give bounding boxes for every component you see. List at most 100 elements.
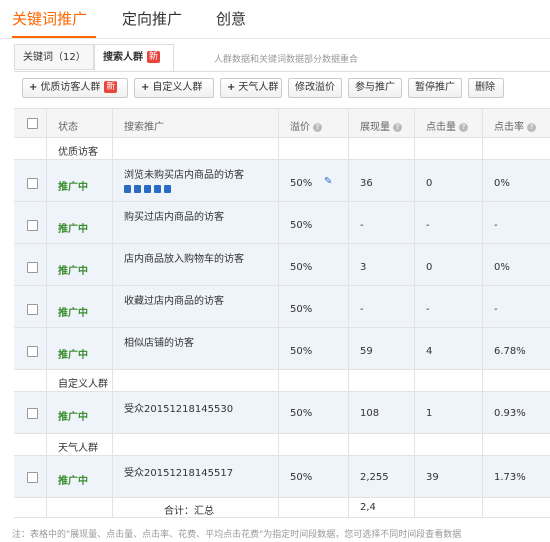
row-status: 推广中 [58,308,88,319]
row-checkbox[interactable] [27,408,38,419]
row-ctr: 6.78% [494,346,526,357]
help-icon[interactable]: ? [393,122,402,132]
trash-icon[interactable] [144,185,151,193]
row-name: 店内商品放入购物车的访客 [124,254,244,265]
row-impressions: 3 [360,262,367,273]
add-quality-visitor-label: 优质访客人群 [40,82,101,93]
row-status: 推广中 [58,476,88,487]
table-row[interactable]: 推广中 浏览未购买店内商品的访客 50% ✎ 36 0 0% [14,160,550,202]
row-ctr: 1.73% [494,472,526,483]
group-label: 优质访客 [58,147,98,158]
tab-creative[interactable]: 创意 [216,8,246,29]
header-impressions: 展现量? [360,118,402,133]
edit-premium-icon[interactable]: ✎ [324,176,332,187]
row-checkbox[interactable] [27,178,38,189]
help-icon[interactable]: ? [459,122,468,132]
plus-icon: + [141,82,150,93]
row-impressions: 36 [360,178,373,189]
group-row-custom: 自定义人群 [14,370,550,392]
row-name: 相似店铺的访客 [124,338,194,349]
add-custom-crowd-button[interactable]: + 自定义人群 [134,78,214,98]
report-icon[interactable] [164,185,171,193]
tab-keyword-promo[interactable]: 关键词推广 [12,8,87,29]
row-impressions: - [360,220,364,231]
header-ctr: 点击率? [494,118,536,133]
table-row[interactable]: 推广中 购买过店内商品的访客 50% - - - [14,202,550,244]
sub-tab-bar: 关键词（12） 搜索人群新 人群数据和关键词数据部分数据重合 [14,44,550,72]
row-name: 受众20151218145517 [124,468,234,479]
row-checkbox[interactable] [27,304,38,315]
group-row-quality: 优质访客 [14,138,550,160]
column-divider [348,108,349,518]
subtab-search-crowd-label: 搜索人群 [103,52,143,63]
new-badge: 新 [104,81,118,93]
delete-button[interactable]: 删除 [468,78,504,98]
column-divider [46,108,47,518]
row-impressions: 108 [360,408,380,419]
row-clicks: 4 [426,346,433,357]
plus-icon: + [29,82,38,93]
row-name: 购买过店内商品的访客 [124,212,224,223]
total-row: 合计：汇总 2,4 [14,498,550,518]
row-checkbox[interactable] [27,472,38,483]
header-premium-label: 溢价 [290,122,310,133]
chart-icon[interactable] [154,185,161,193]
plus-icon: + [227,82,236,93]
doc-icon[interactable] [134,185,141,193]
row-ctr: - [494,304,498,315]
row-ctr: 0% [494,262,510,273]
join-promo-button[interactable]: 参与推广 [348,78,402,98]
table-row[interactable]: 推广中 受众20151218145517 50% 2,255 39 1.73% [14,456,550,498]
tab-targeted-promo[interactable]: 定向推广 [122,8,182,29]
header-status: 状态 [58,122,78,133]
row-ops [124,184,174,195]
row-checkbox[interactable] [27,346,38,357]
row-name: 浏览未购买店内商品的访客 [124,170,244,181]
table-row[interactable]: 推广中 受众20151218145530 50% 108 1 0.93% [14,392,550,434]
add-weather-crowd-button[interactable]: + 天气人群 [220,78,282,98]
row-status: 推广中 [58,224,88,235]
column-divider [482,108,483,518]
row-checkbox[interactable] [27,220,38,231]
help-icon[interactable]: ? [527,122,536,132]
top-tab-bar: 关键词推广 定向推广 创意 [0,0,550,39]
header-impressions-label: 展现量 [360,122,390,133]
row-premium: 50% [290,262,313,273]
column-divider [278,108,279,518]
add-quality-visitor-button[interactable]: + 优质访客人群新 [22,78,128,98]
table-row[interactable]: 推广中 收藏过店内商品的访客 50% - - - [14,286,550,328]
row-name: 收藏过店内商品的访客 [124,296,224,307]
row-clicks: 1 [426,408,433,419]
pause-icon[interactable] [124,185,131,193]
footer-note: 注：表格中的"展现量、点击量、点击率、花费、平均点击花费"为指定时间段数据，您可… [12,530,462,540]
row-impressions: 59 [360,346,373,357]
group-label: 自定义人群 [58,379,108,390]
subtab-keywords-label: 关键词（12） [23,52,86,63]
table-row[interactable]: 推广中 相似店铺的访客 50% 59 4 6.78% [14,328,550,370]
help-icon[interactable]: ? [313,122,322,132]
row-ctr: - [494,220,498,231]
group-label: 天气人群 [58,443,98,454]
header-search-promo: 搜索推广 [124,122,164,133]
row-clicks: - [426,220,430,231]
edit-premium-button[interactable]: 修改溢价 [288,78,342,98]
select-all-checkbox[interactable] [27,118,38,129]
row-premium: 50% [290,472,313,483]
subtab-divider [14,71,550,72]
row-clicks: 0 [426,262,433,273]
table-row[interactable]: 推广中 店内商品放入购物车的访客 50% 3 0 0% [14,244,550,286]
active-tab-underline [12,36,96,38]
row-status: 推广中 [58,412,88,423]
crowd-table: 状态 搜索推广 溢价? 展现量? 点击量? 点击率? 优质访客 推广中 浏览未购… [14,108,550,518]
subtab-keywords[interactable]: 关键词（12） [14,44,94,70]
subtab-search-crowd[interactable]: 搜索人群新 [94,44,174,72]
new-badge: 新 [147,51,161,63]
row-status: 推广中 [58,182,88,193]
row-checkbox[interactable] [27,262,38,273]
row-status: 推广中 [58,350,88,361]
row-ctr: 0% [494,178,510,189]
pause-promo-button[interactable]: 暂停推广 [408,78,462,98]
header-clicks-label: 点击量 [426,122,456,133]
row-clicks: 0 [426,178,433,189]
row-premium: 50% [290,408,313,419]
